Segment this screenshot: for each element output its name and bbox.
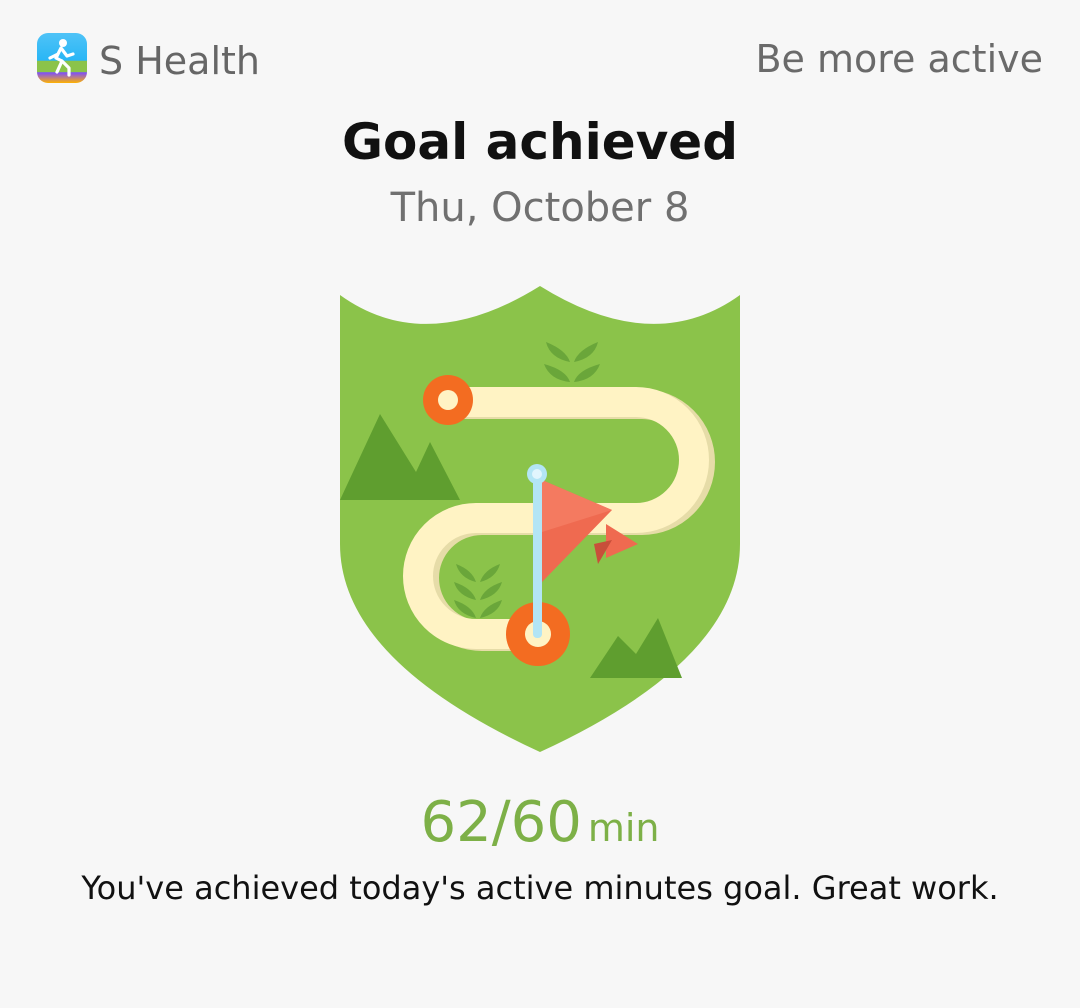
score-unit: min bbox=[587, 806, 660, 850]
score-value: 62/60 bbox=[420, 790, 582, 855]
goal-date: Thu, October 8 bbox=[390, 185, 690, 231]
program-name: Be more active bbox=[755, 37, 1043, 81]
goal-message: You've achieved today's active minutes g… bbox=[81, 869, 999, 907]
active-minutes-score: 62/60 min bbox=[0, 790, 1080, 869]
goal-title: Goal achieved bbox=[342, 113, 738, 171]
notification-header: S Health Be more active bbox=[0, 0, 1080, 120]
app-name: S Health bbox=[99, 39, 260, 83]
trail-flag-shield-icon bbox=[336, 282, 744, 758]
runner-icon bbox=[36, 32, 88, 84]
